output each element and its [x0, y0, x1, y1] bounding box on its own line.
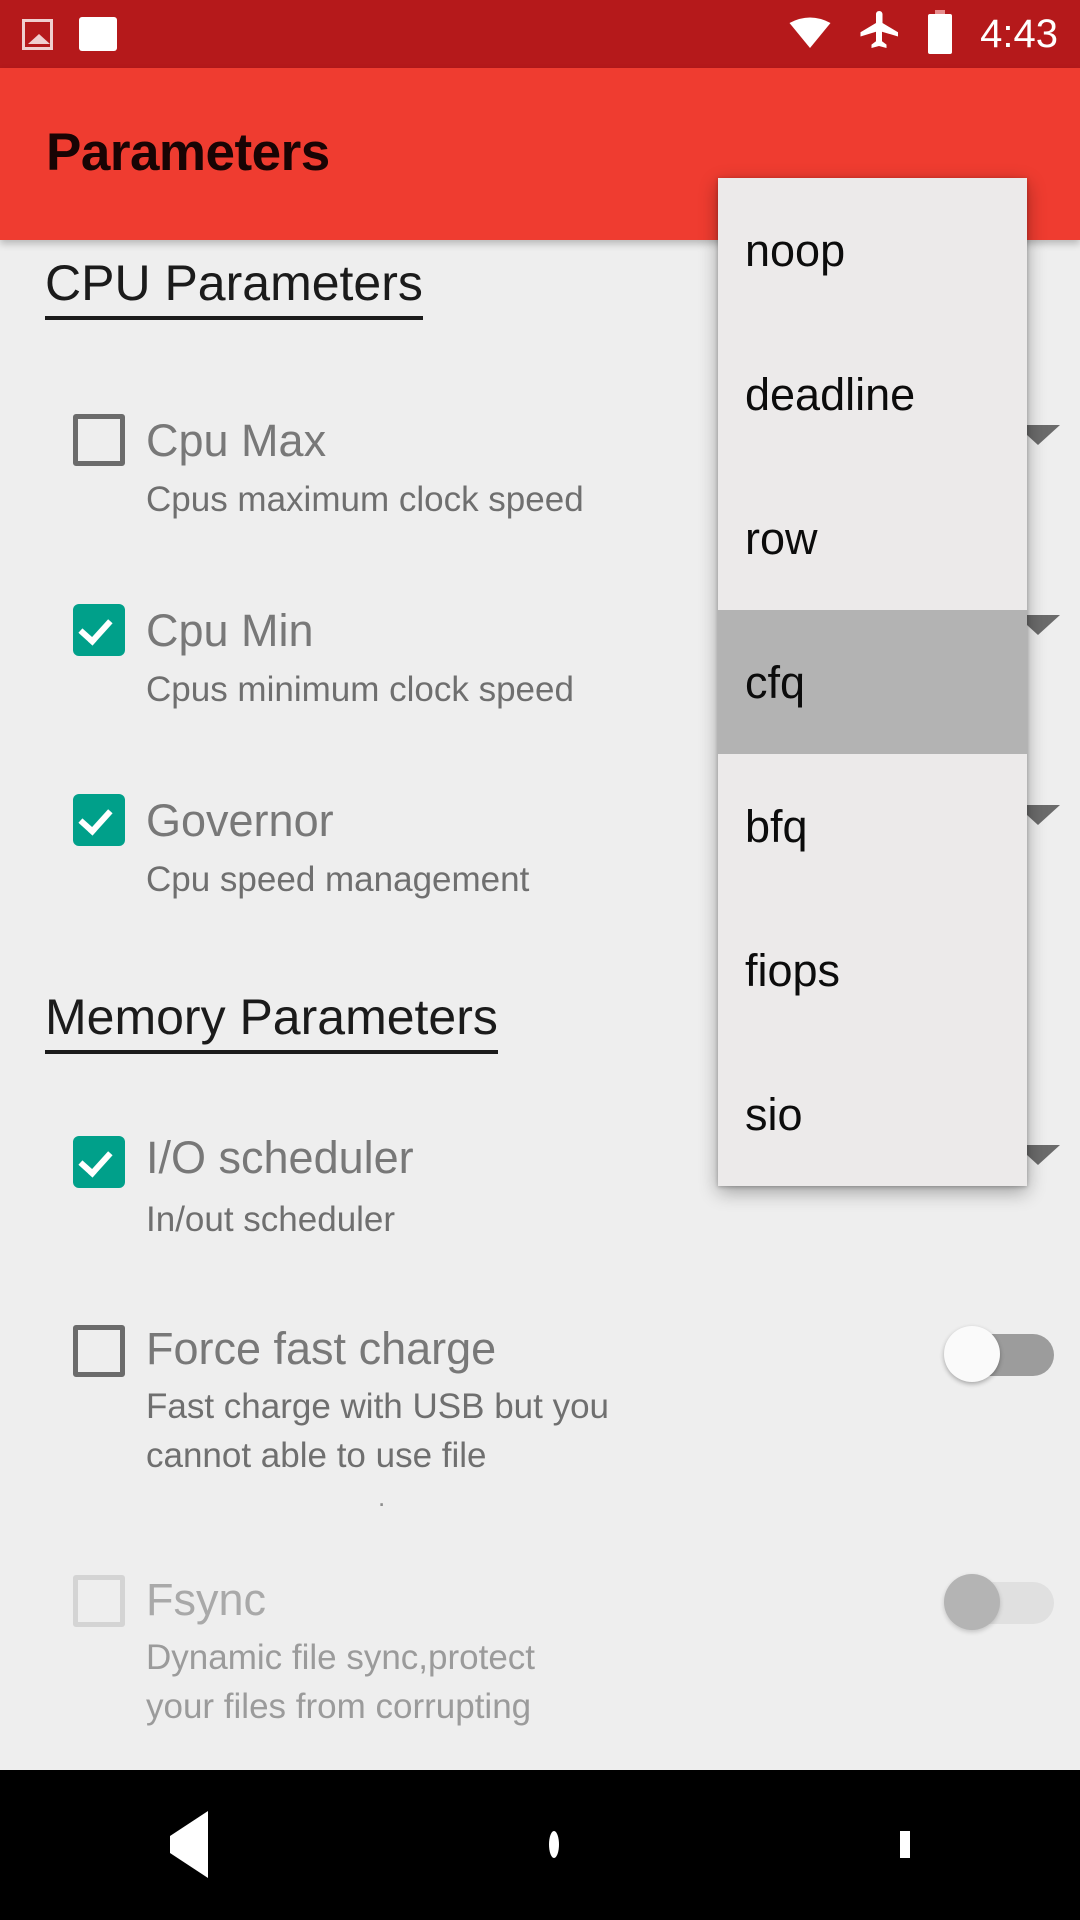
back-triangle-icon: [170, 1811, 209, 1878]
dropdown-option-deadline[interactable]: deadline: [718, 322, 1027, 466]
setting-subtitle-fsync: Dynamic file sync,protect your files fro…: [146, 1638, 536, 1726]
home-circle-icon: [548, 1831, 559, 1858]
section-header-cpu: CPU Parameters: [45, 258, 423, 320]
dropdown-option-noop[interactable]: noop: [718, 178, 1027, 322]
airplane-mode-icon: [858, 10, 900, 58]
recents-button[interactable]: [899, 1831, 910, 1858]
setting-subtitle-cpu-max: Cpus maximum clock speed: [146, 480, 584, 519]
battery-icon: [926, 9, 954, 59]
checkbox-governor[interactable]: [73, 794, 125, 846]
home-button[interactable]: [548, 1831, 559, 1858]
page-title: Parameters: [46, 123, 330, 182]
dropdown-option-cfq[interactable]: cfq: [718, 610, 1027, 754]
setting-title-cpu-max: Cpu Max: [146, 415, 327, 466]
toggle-force-fast-charge[interactable]: [944, 1326, 1054, 1382]
checkbox-fsync[interactable]: [73, 1575, 125, 1627]
setting-title-cpu-min: Cpu Min: [146, 605, 314, 656]
setting-subtitle-cpu-min: Cpus minimum clock speed: [146, 670, 574, 709]
status-bar: 4:43: [0, 0, 1080, 68]
setting-subtitle-io-scheduler: In/out scheduler: [146, 1200, 396, 1239]
dropdown-option-fiops[interactable]: fiops: [718, 898, 1027, 1042]
checkbox-io-scheduler[interactable]: [73, 1136, 125, 1188]
dropdown-option-sio[interactable]: sio: [718, 1042, 1027, 1186]
setting-title-force-fast-charge: Force fast charge: [146, 1323, 497, 1374]
white-square-icon: [79, 17, 117, 51]
photo-icon: [22, 18, 53, 50]
setting-title-governor: Governor: [146, 795, 334, 846]
status-bar-system-icons: 4:43: [788, 9, 1058, 59]
setting-subtitle-governor: Cpu speed management: [146, 860, 530, 899]
back-button[interactable]: [170, 1811, 209, 1878]
dropdown-option-bfq[interactable]: bfq: [718, 754, 1027, 898]
checkbox-cpu-max[interactable]: [73, 414, 125, 466]
checkbox-force-fast-charge[interactable]: [73, 1325, 125, 1377]
status-bar-notifications: [22, 17, 117, 51]
toggle-fsync[interactable]: [944, 1574, 1054, 1630]
checkbox-cpu-min[interactable]: [73, 604, 125, 656]
dropdown-option-row[interactable]: row: [718, 466, 1027, 610]
section-header-memory: Memory Parameters: [45, 992, 498, 1054]
io-scheduler-dropdown-menu[interactable]: noop deadline row cfq bfq fiops sio: [718, 178, 1027, 1186]
phone-screen: 4:43 Parameters CPU Parameters Cpu Max C…: [0, 0, 1080, 1920]
recents-square-icon: [899, 1831, 910, 1858]
wifi-icon: [788, 15, 832, 54]
setting-subtitle-force-fast-charge: Fast charge with USB but you cannot able…: [146, 1387, 609, 1475]
setting-title-io-scheduler: I/O scheduler: [146, 1132, 414, 1183]
toggle-thumb: [944, 1326, 1000, 1382]
status-bar-clock: 4:43: [980, 12, 1058, 56]
system-navigation-bar: [0, 1770, 1080, 1920]
subtitle-trailing-dot: .: [378, 1482, 386, 1512]
setting-title-fsync: Fsync: [146, 1574, 267, 1625]
toggle-thumb: [944, 1574, 1000, 1630]
